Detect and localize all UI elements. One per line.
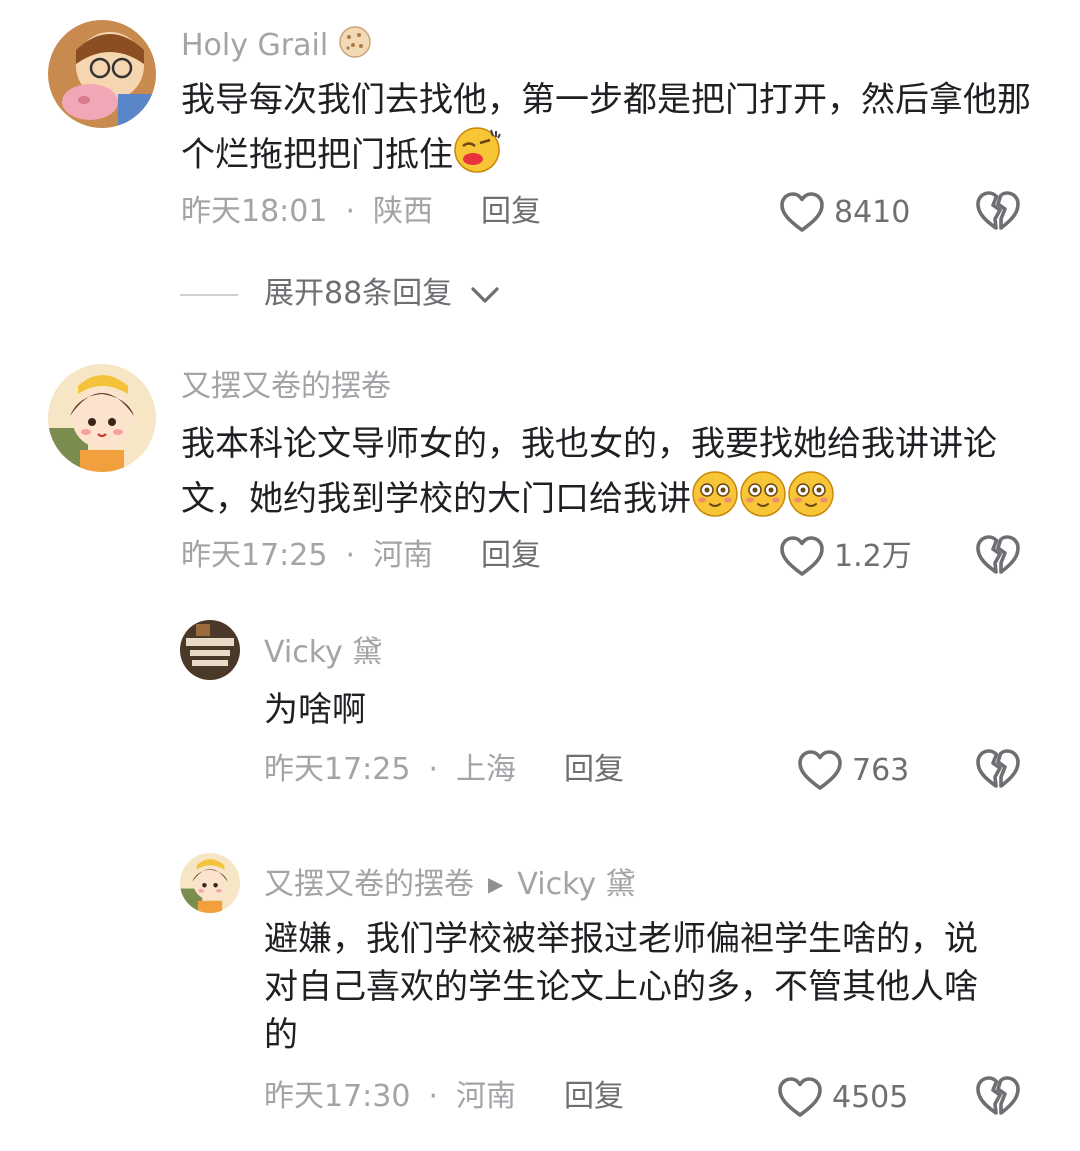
avatar[interactable] xyxy=(180,620,240,680)
expand-label: 展开88条回复 xyxy=(264,276,453,311)
broken-heart-icon xyxy=(974,746,1022,794)
comment-text-line: 避嫌，我们学校被举报过老师偏袒学生啥的，说 xyxy=(264,919,978,959)
avatar[interactable] xyxy=(48,364,156,472)
comment-meta: 昨天17:30 · 河南 回复 xyxy=(264,1077,624,1117)
expand-replies-button[interactable]: 展开88条回复 xyxy=(180,272,500,316)
broken-heart-icon xyxy=(974,532,1022,580)
reply-button[interactable]: 回复 xyxy=(481,538,541,573)
comment-text: 为啥啊 xyxy=(264,690,366,730)
comment-text: 避嫌，我们学校被举报过老师偏袒学生啥的，说 对自己喜欢的学生论文上心的多，不管其… xyxy=(264,915,1034,1059)
flushed-emoji-group xyxy=(691,470,835,533)
reply-button[interactable]: 回复 xyxy=(564,752,624,787)
comment-text-line: 的 xyxy=(264,1015,298,1055)
reply-to-name: Vicky 黛 xyxy=(517,867,636,902)
dislike-button[interactable] xyxy=(974,188,1022,236)
play-arrow-icon: ▶ xyxy=(488,872,504,896)
like-count: 763 xyxy=(852,752,910,788)
comment-time: 昨天17:25 xyxy=(264,752,411,787)
separator: · xyxy=(345,538,356,573)
like-count: 1.2万 xyxy=(834,538,912,574)
flushed-emoji xyxy=(739,470,787,518)
flushed-emoji xyxy=(787,470,835,518)
dislike-button[interactable] xyxy=(974,746,1022,794)
chevron-down-icon xyxy=(471,286,499,303)
reply-button[interactable]: 回复 xyxy=(564,1079,624,1114)
dislike-button[interactable] xyxy=(974,532,1022,580)
comment-text: 我本科论文导师女的，我也女的，我要找她给我讲讲论文，她约我到学校的大门口给我讲 xyxy=(181,418,1031,533)
comment-location: 上海 xyxy=(456,752,517,787)
avatar[interactable] xyxy=(48,20,156,128)
heart-outline-icon xyxy=(778,189,826,237)
like-button[interactable]: 1.2万 xyxy=(778,532,912,581)
username[interactable]: Holy Grail xyxy=(181,25,372,68)
divider xyxy=(180,293,238,296)
comment-meta: 昨天18:01 · 陕西 回复 xyxy=(181,192,541,232)
like-button[interactable]: 8410 xyxy=(778,188,910,237)
comment-location: 河南 xyxy=(373,538,434,573)
comment-meta: 昨天17:25 · 河南 回复 xyxy=(181,536,541,576)
heart-outline-icon xyxy=(776,1074,824,1122)
comment-meta: 昨天17:25 · 上海 回复 xyxy=(264,750,624,790)
comment-time: 昨天18:01 xyxy=(181,194,328,229)
heart-outline-icon xyxy=(796,747,844,795)
heart-outline-icon xyxy=(778,533,826,581)
separator: · xyxy=(428,1079,439,1114)
like-count: 4505 xyxy=(832,1079,909,1115)
comment-time: 昨天17:30 xyxy=(264,1079,411,1114)
like-button[interactable]: 4505 xyxy=(776,1073,908,1122)
comment-text-line: 对自己喜欢的学生论文上心的多，不管其他人啥 xyxy=(264,967,978,1007)
cookie-emoji xyxy=(338,25,372,68)
comment-time: 昨天17:25 xyxy=(181,538,328,573)
broken-heart-icon xyxy=(974,188,1022,236)
author-name: 又摆又卷的摆卷 xyxy=(264,867,474,902)
username[interactable]: Vicky 黛 xyxy=(264,635,382,671)
comment-text: 我导每次我们去找他，第一步都是把门打开，然后拿他那个烂拖把把门抵住 xyxy=(181,74,1031,189)
separator: · xyxy=(428,752,439,787)
broken-heart-icon xyxy=(974,1073,1022,1121)
flushed-emoji xyxy=(691,470,739,518)
comment-location: 陕西 xyxy=(373,194,434,229)
username[interactable]: 又摆又卷的摆卷 ▶ Vicky 黛 xyxy=(264,866,636,903)
separator: · xyxy=(345,194,356,229)
username[interactable]: 又摆又卷的摆卷 xyxy=(181,369,391,405)
like-button[interactable]: 763 xyxy=(796,746,909,795)
reply-button[interactable]: 回复 xyxy=(481,194,541,229)
dislike-button[interactable] xyxy=(974,1073,1022,1121)
kiss-emoji xyxy=(453,126,501,189)
comment-location: 河南 xyxy=(456,1079,517,1114)
like-count: 8410 xyxy=(834,194,911,230)
avatar[interactable] xyxy=(180,853,240,913)
